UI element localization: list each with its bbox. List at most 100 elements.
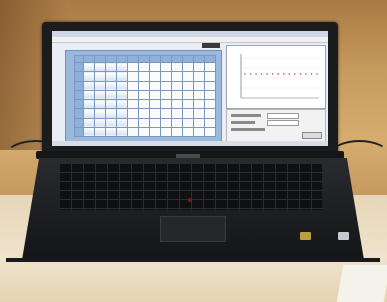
well-cell[interactable] bbox=[83, 89, 95, 101]
well-cell[interactable] bbox=[83, 80, 95, 91]
well-cell[interactable] bbox=[138, 117, 150, 128]
well-cell[interactable] bbox=[94, 61, 106, 73]
well-cell[interactable] bbox=[160, 117, 172, 128]
settings-field[interactable] bbox=[267, 113, 299, 119]
well-cell[interactable] bbox=[83, 117, 95, 128]
well-cell[interactable] bbox=[182, 98, 194, 110]
toolbar-button[interactable] bbox=[202, 43, 220, 48]
well-cell[interactable] bbox=[138, 71, 150, 82]
well-cell[interactable] bbox=[149, 71, 161, 82]
well-cell[interactable] bbox=[127, 61, 139, 73]
well-cell[interactable] bbox=[83, 126, 95, 138]
ok-button[interactable] bbox=[302, 132, 322, 139]
well-cell[interactable] bbox=[149, 108, 161, 119]
app-menubar[interactable] bbox=[52, 37, 328, 43]
well-cell[interactable] bbox=[204, 89, 216, 101]
well-cell[interactable] bbox=[94, 89, 106, 101]
well-cell[interactable] bbox=[204, 108, 216, 119]
well-cell[interactable] bbox=[138, 98, 150, 110]
well-cell[interactable] bbox=[127, 98, 139, 110]
well-cell[interactable] bbox=[204, 61, 216, 73]
well-cell[interactable] bbox=[193, 71, 205, 82]
well-cell[interactable] bbox=[171, 108, 183, 119]
well-cell[interactable] bbox=[182, 126, 194, 138]
well-cell[interactable] bbox=[94, 80, 106, 91]
well-cell[interactable] bbox=[193, 98, 205, 110]
well-cell[interactable] bbox=[204, 126, 216, 138]
well-cell[interactable] bbox=[83, 71, 95, 82]
well-cell[interactable] bbox=[149, 98, 161, 110]
well-cell[interactable] bbox=[138, 89, 150, 101]
well-cell[interactable] bbox=[193, 126, 205, 138]
well-cell[interactable] bbox=[160, 126, 172, 138]
well-cell[interactable] bbox=[105, 108, 117, 119]
well-cell[interactable] bbox=[149, 89, 161, 101]
plate-grid[interactable] bbox=[74, 55, 216, 138]
well-cell[interactable] bbox=[160, 108, 172, 119]
well-cell[interactable] bbox=[171, 126, 183, 138]
well-cell[interactable] bbox=[160, 98, 172, 110]
well-cell[interactable] bbox=[127, 89, 139, 101]
well-cell[interactable] bbox=[83, 61, 95, 73]
well-cell[interactable] bbox=[171, 98, 183, 110]
well-cell[interactable] bbox=[127, 117, 139, 128]
well-cell[interactable] bbox=[94, 126, 106, 138]
well-cell[interactable] bbox=[204, 117, 216, 128]
well-cell[interactable] bbox=[193, 108, 205, 119]
well-cell[interactable] bbox=[83, 98, 95, 110]
well-cell[interactable] bbox=[204, 80, 216, 91]
well-cell[interactable] bbox=[182, 71, 194, 82]
well-cell[interactable] bbox=[138, 61, 150, 73]
well-cell[interactable] bbox=[116, 89, 128, 101]
well-cell[interactable] bbox=[160, 71, 172, 82]
well-cell[interactable] bbox=[204, 98, 216, 110]
well-cell[interactable] bbox=[149, 61, 161, 73]
well-cell[interactable] bbox=[83, 108, 95, 119]
well-cell[interactable] bbox=[149, 80, 161, 91]
well-cell[interactable] bbox=[105, 117, 117, 128]
well-cell[interactable] bbox=[182, 80, 194, 91]
well-cell[interactable] bbox=[160, 89, 172, 101]
well-cell[interactable] bbox=[204, 71, 216, 82]
well-cell[interactable] bbox=[116, 61, 128, 73]
well-cell[interactable] bbox=[149, 126, 161, 138]
well-cell[interactable] bbox=[182, 61, 194, 73]
settings-field[interactable] bbox=[267, 120, 299, 126]
well-cell[interactable] bbox=[105, 89, 117, 101]
well-cell[interactable] bbox=[94, 71, 106, 82]
well-cell[interactable] bbox=[127, 126, 139, 138]
well-cell[interactable] bbox=[171, 80, 183, 91]
well-cell[interactable] bbox=[160, 80, 172, 91]
well-cell[interactable] bbox=[105, 71, 117, 82]
well-cell[interactable] bbox=[116, 80, 128, 91]
well-cell[interactable] bbox=[94, 98, 106, 110]
well-cell[interactable] bbox=[160, 61, 172, 73]
well-cell[interactable] bbox=[193, 89, 205, 101]
well-cell[interactable] bbox=[105, 126, 117, 138]
well-cell[interactable] bbox=[116, 108, 128, 119]
well-cell[interactable] bbox=[171, 89, 183, 101]
well-cell[interactable] bbox=[116, 126, 128, 138]
touchpad[interactable] bbox=[160, 216, 226, 242]
well-cell[interactable] bbox=[127, 108, 139, 119]
well-cell[interactable] bbox=[105, 61, 117, 73]
well-cell[interactable] bbox=[193, 61, 205, 73]
well-cell[interactable] bbox=[94, 108, 106, 119]
well-cell[interactable] bbox=[193, 80, 205, 91]
well-cell[interactable] bbox=[105, 80, 117, 91]
well-cell[interactable] bbox=[149, 117, 161, 128]
well-cell[interactable] bbox=[116, 98, 128, 110]
well-cell[interactable] bbox=[182, 117, 194, 128]
well-cell[interactable] bbox=[182, 89, 194, 101]
well-cell[interactable] bbox=[127, 80, 139, 91]
well-cell[interactable] bbox=[127, 71, 139, 82]
taskbar[interactable] bbox=[52, 141, 328, 146]
well-cell[interactable] bbox=[138, 80, 150, 91]
well-cell[interactable] bbox=[171, 71, 183, 82]
well-cell[interactable] bbox=[171, 61, 183, 73]
well-cell[interactable] bbox=[94, 117, 106, 128]
well-cell[interactable] bbox=[116, 71, 128, 82]
well-cell[interactable] bbox=[193, 117, 205, 128]
well-cell[interactable] bbox=[105, 98, 117, 110]
well-cell[interactable] bbox=[138, 126, 150, 138]
